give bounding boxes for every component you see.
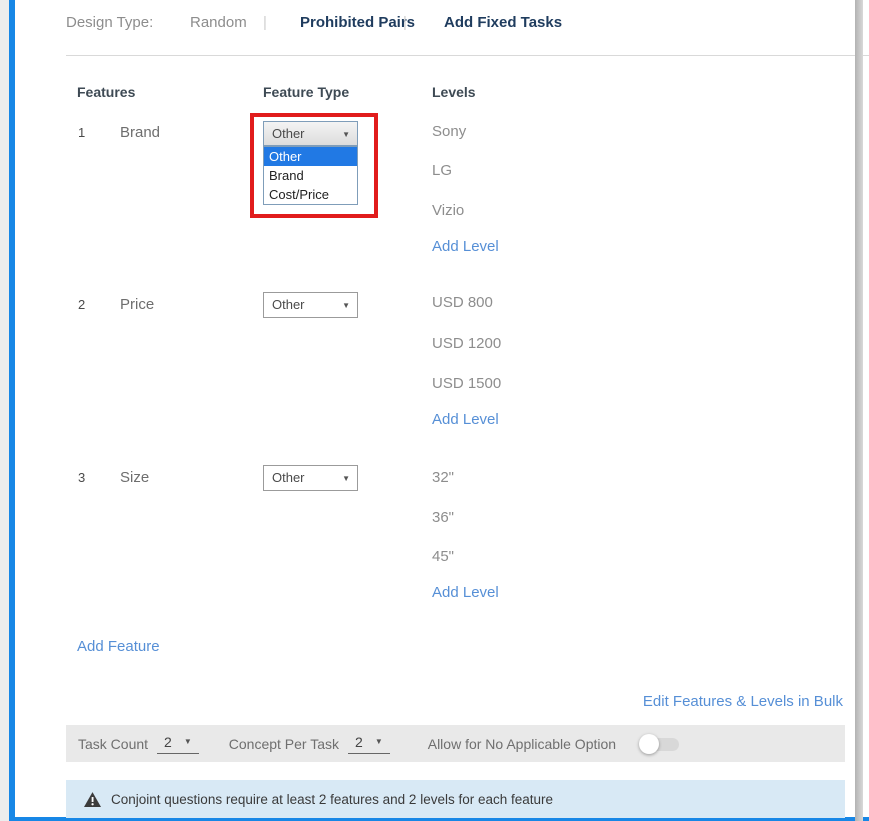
feature-name[interactable]: Price xyxy=(120,295,154,315)
concept-per-task-value: 2 xyxy=(355,734,363,750)
toggle-knob xyxy=(639,734,659,754)
level-value[interactable]: USD 800 xyxy=(432,293,493,313)
dropdown-option-other[interactable]: Other xyxy=(264,147,357,166)
task-count-select[interactable]: 2 ▼ xyxy=(157,734,199,754)
task-count-label: Task Count xyxy=(78,736,148,752)
feature-type-select-open[interactable]: Other ▼ xyxy=(263,121,358,146)
chevron-down-icon: ▼ xyxy=(375,737,383,746)
feature-type-selected-value: Other xyxy=(272,126,305,141)
feature-row-number: 1 xyxy=(78,123,85,143)
warning-triangle-icon xyxy=(84,792,101,807)
header-divider xyxy=(66,55,869,56)
task-settings-bar: Task Count 2 ▼ Concept Per Task 2 ▼ Allo… xyxy=(66,725,845,762)
level-value[interactable]: 32" xyxy=(432,468,454,488)
design-type-label: Design Type: xyxy=(66,13,153,33)
no-applicable-option-label: Allow for No Applicable Option xyxy=(428,736,616,752)
feature-name[interactable]: Brand xyxy=(120,123,160,143)
no-applicable-option-toggle[interactable] xyxy=(639,734,679,754)
concept-per-task-label: Concept Per Task xyxy=(229,736,339,752)
level-value[interactable]: USD 1500 xyxy=(432,374,501,394)
feature-type-select[interactable]: Other ▼ xyxy=(263,465,358,491)
column-header-feature-type: Feature Type xyxy=(263,82,349,102)
feature-type-select[interactable]: Other ▼ xyxy=(263,292,358,318)
design-type-add-fixed-tasks[interactable]: Add Fixed Tasks xyxy=(444,13,562,33)
feature-type-dropdown-menu: Other Brand Cost/Price xyxy=(263,146,358,205)
dropdown-option-cost-price[interactable]: Cost/Price xyxy=(264,185,357,204)
level-value[interactable]: 45" xyxy=(432,547,454,567)
feature-row-number: 2 xyxy=(78,295,85,315)
feature-name[interactable]: Size xyxy=(120,468,149,488)
add-level-link[interactable]: Add Level xyxy=(432,410,499,430)
task-count-value: 2 xyxy=(164,734,172,750)
chevron-down-icon: ▼ xyxy=(184,737,192,746)
edit-bulk-link[interactable]: Edit Features & Levels in Bulk xyxy=(643,692,843,712)
add-level-link[interactable]: Add Level xyxy=(432,583,499,603)
column-header-features: Features xyxy=(77,82,135,102)
page-gutter xyxy=(0,0,9,821)
dropdown-option-brand[interactable]: Brand xyxy=(264,166,357,185)
separator: | xyxy=(263,13,267,33)
level-value[interactable]: Vizio xyxy=(432,201,464,221)
add-level-link[interactable]: Add Level xyxy=(432,237,499,257)
requirement-notice: Conjoint questions require at least 2 fe… xyxy=(66,780,845,818)
vertical-scrollbar[interactable] xyxy=(855,0,863,821)
conjoint-design-page: { "header": { "design_type_label": "Desi… xyxy=(0,0,869,821)
feature-type-selected-value: Other xyxy=(272,470,305,485)
level-value[interactable]: LG xyxy=(432,161,452,181)
design-type-prohibited-pairs[interactable]: Prohibited Pairs xyxy=(300,13,415,33)
feature-type-selected-value: Other xyxy=(272,297,305,312)
left-accent-bar xyxy=(9,0,15,821)
level-value[interactable]: 36" xyxy=(432,508,454,528)
chevron-down-icon: ▼ xyxy=(342,475,350,483)
level-value[interactable]: Sony xyxy=(432,122,466,142)
separator: | xyxy=(403,13,407,33)
design-type-random[interactable]: Random xyxy=(190,13,247,33)
level-value[interactable]: USD 1200 xyxy=(432,334,501,354)
add-feature-link[interactable]: Add Feature xyxy=(77,637,160,657)
concept-per-task-select[interactable]: 2 ▼ xyxy=(348,734,390,754)
chevron-down-icon: ▼ xyxy=(342,302,350,310)
column-header-levels: Levels xyxy=(432,82,476,102)
feature-row-number: 3 xyxy=(78,468,85,488)
chevron-down-icon: ▼ xyxy=(342,131,350,139)
notice-text: Conjoint questions require at least 2 fe… xyxy=(111,792,553,807)
